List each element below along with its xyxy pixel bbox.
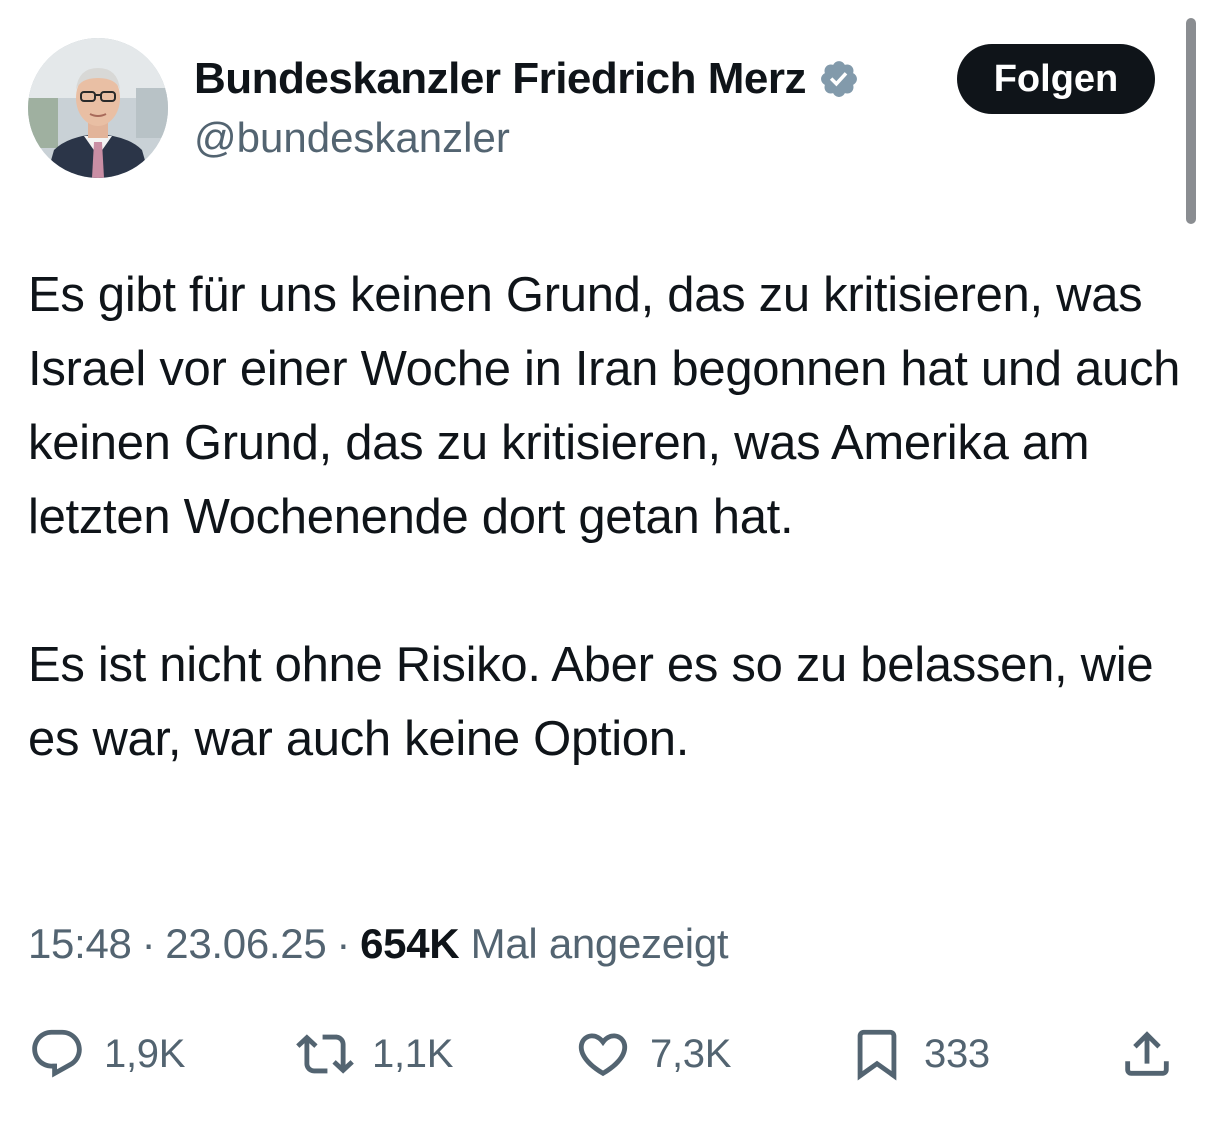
heart-icon bbox=[578, 1033, 628, 1077]
like-button[interactable]: 7,3K bbox=[574, 1014, 731, 1094]
share-button[interactable] bbox=[1118, 1014, 1176, 1094]
share-icon bbox=[1125, 1031, 1169, 1076]
follow-button[interactable]: Folgen bbox=[957, 44, 1155, 114]
tweet-text: Es gibt für uns keinen Grund, das zu kri… bbox=[28, 258, 1188, 776]
separator-dot: · bbox=[336, 920, 351, 967]
tweet-paragraph: Es ist nicht ohne Risiko. Aber es so zu … bbox=[28, 638, 1154, 766]
reply-count: 1,9K bbox=[104, 1031, 186, 1076]
separator-dot: · bbox=[141, 920, 156, 967]
bookmark-button[interactable]: 333 bbox=[848, 1014, 990, 1094]
bookmark-count: 333 bbox=[924, 1031, 990, 1076]
repost-icon bbox=[296, 1034, 354, 1074]
reply-icon bbox=[32, 1029, 82, 1078]
tweet-paragraph: Es gibt für uns keinen Grund, das zu kri… bbox=[28, 268, 1181, 544]
tweet-date[interactable]: 23.06.25 bbox=[165, 920, 326, 967]
author-name-row[interactable]: Bundeskanzler Friedrich Merz bbox=[194, 52, 860, 106]
profile-photo bbox=[28, 38, 168, 178]
avatar[interactable] bbox=[28, 38, 168, 178]
like-count: 7,3K bbox=[650, 1031, 732, 1076]
author-display-name[interactable]: Bundeskanzler Friedrich Merz bbox=[194, 54, 806, 104]
tweet-meta: 15:48 · 23.06.25 · 654K Mal angezeigt bbox=[28, 920, 729, 968]
bookmark-icon bbox=[857, 1029, 897, 1081]
views-count: 654K bbox=[360, 920, 460, 967]
repost-count: 1,1K bbox=[372, 1031, 454, 1076]
scrollbar[interactable] bbox=[1186, 18, 1196, 224]
verified-badge-icon[interactable] bbox=[818, 58, 860, 100]
reply-button[interactable]: 1,9K bbox=[28, 1014, 185, 1094]
repost-button[interactable]: 1,1K bbox=[296, 1014, 453, 1094]
action-bar: 1,9K 1,1K 7,3K 333 bbox=[0, 1014, 1206, 1094]
views-label: Mal angezeigt bbox=[470, 920, 729, 967]
tweet-time[interactable]: 15:48 bbox=[28, 920, 132, 967]
author-handle[interactable]: @bundeskanzler bbox=[194, 114, 510, 162]
